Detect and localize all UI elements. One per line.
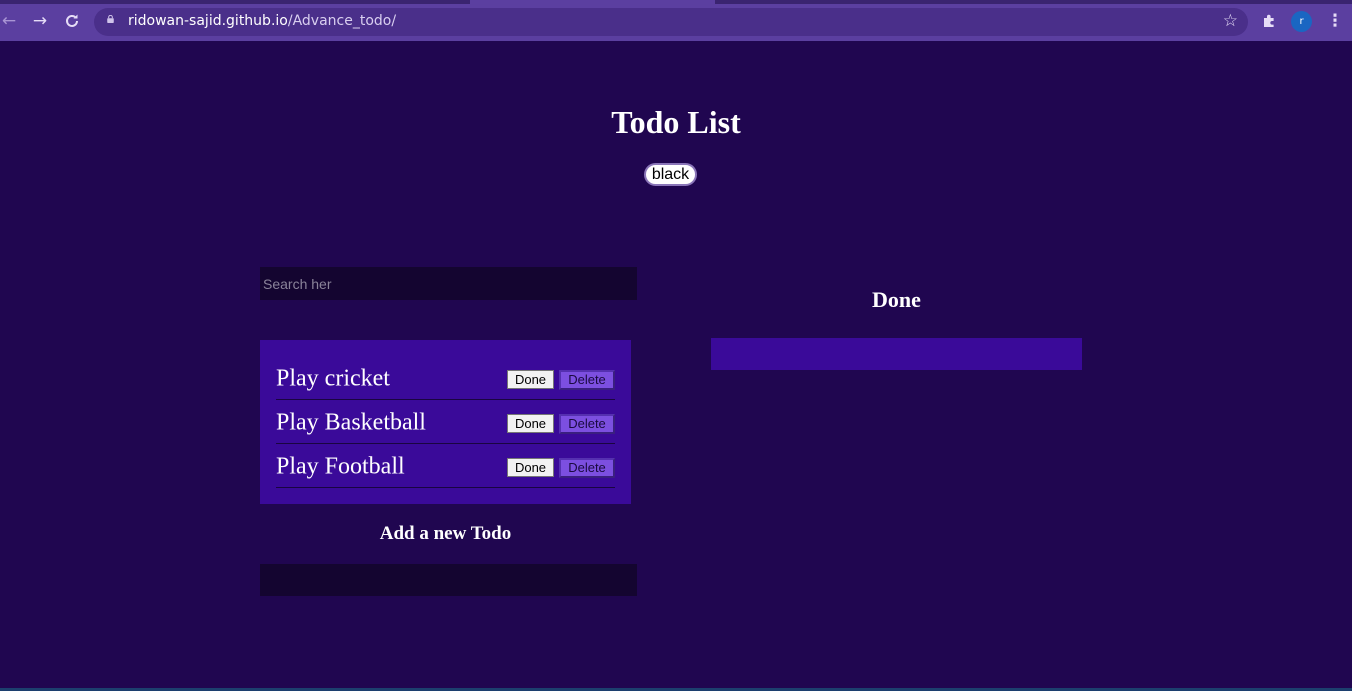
done-heading: Done [872,287,921,312]
back-arrow-icon[interactable]: ← [0,10,20,32]
forward-arrow-icon[interactable]: → [29,10,51,32]
done-button[interactable]: Done [507,458,554,477]
theme-toggle-button[interactable]: black [644,163,697,186]
add-todo-input[interactable] [260,564,637,596]
reload-icon[interactable] [61,10,83,32]
delete-button[interactable]: Delete [559,414,615,434]
todo-text: Play Football [276,453,405,480]
todo-text: Play Basketball [276,409,426,436]
todo-list: Play cricket Done Delete Play Basketball… [260,340,631,504]
add-todo-heading: Add a new Todo [379,523,512,544]
star-icon[interactable]: ☆ [1223,11,1238,31]
lock-icon[interactable] [106,15,115,23]
done-list [711,338,1082,370]
active-tab[interactable] [470,0,715,4]
puzzle-icon[interactable] [1259,10,1281,32]
todo-item: Play Basketball Done Delete [276,400,615,444]
todo-item: Play cricket Done Delete [276,356,615,400]
kebab-menu-icon[interactable]: ⋮ [1325,10,1345,32]
url-text[interactable]: ridowan-sajid.github.io/Advance_todo/ [128,13,396,29]
address-bar[interactable]: ridowan-sajid.github.io/Advance_todo/ ☆ [94,8,1248,36]
delete-button[interactable]: Delete [559,370,615,390]
delete-button[interactable]: Delete [559,458,615,478]
profile-avatar[interactable]: r [1291,11,1312,32]
url-host: ridowan-sajid.github.io [128,13,288,29]
done-button[interactable]: Done [507,370,554,389]
search-input[interactable] [260,267,637,300]
browser-toolbar: ← → ridowan-sajid.github.io/Advance_todo… [0,0,1352,41]
page-title: Todo List [611,104,741,140]
url-path: /Advance_todo/ [287,13,397,29]
done-button[interactable]: Done [507,414,554,433]
todo-text: Play cricket [276,365,390,392]
todo-item: Play Football Done Delete [276,444,615,488]
tab-strip [0,0,1352,4]
